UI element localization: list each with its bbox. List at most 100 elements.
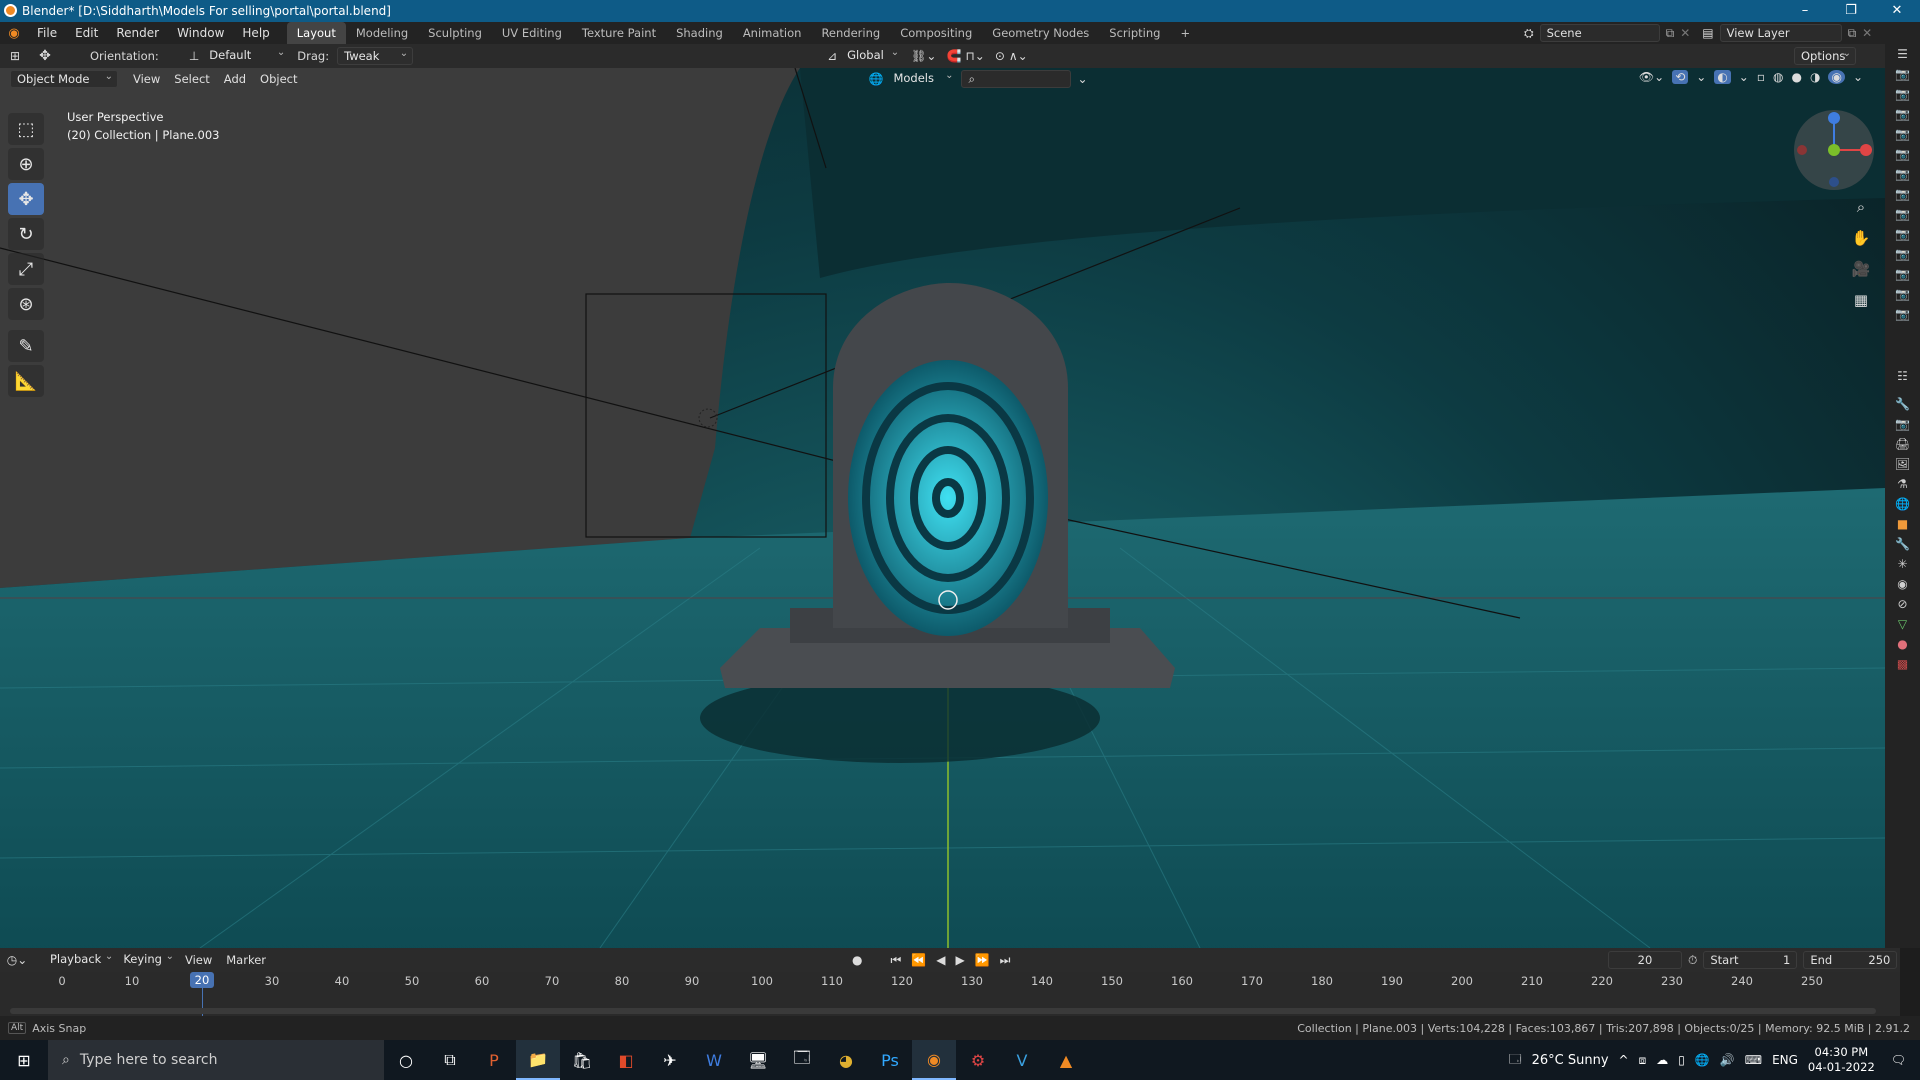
camera-view-icon[interactable]: 🎥 bbox=[1847, 255, 1875, 283]
new-scene-icon[interactable]: ⧉ bbox=[1666, 26, 1675, 41]
navigation-gizmo[interactable] bbox=[1794, 110, 1874, 190]
tray-chevron-icon[interactable]: ^ bbox=[1619, 1053, 1629, 1067]
annotate-tool[interactable]: ✎ bbox=[8, 330, 44, 362]
camera-visibility-icon[interactable]: 📷 bbox=[1885, 104, 1920, 124]
scene-field[interactable]: Scene bbox=[1539, 24, 1660, 42]
view-layer-field[interactable]: View Layer bbox=[1719, 24, 1842, 42]
select-box-tool[interactable]: ⬚ bbox=[8, 113, 44, 145]
timeline-editor-icon[interactable]: ◷⌄ bbox=[0, 953, 34, 967]
rotate-tool[interactable]: ↻ bbox=[8, 218, 44, 250]
battery-icon[interactable]: ▯ bbox=[1678, 1053, 1685, 1067]
pivot-point-icon[interactable]: ⛓⌄ bbox=[911, 49, 936, 63]
frame-ruler[interactable]: 0 10 30 40 50 60 70 80 90 100 110 120 130 140 150 160 17… bbox=[0, 972, 1900, 992]
tab-geometry-nodes[interactable]: Geometry Nodes bbox=[982, 22, 1099, 44]
app-icon-4[interactable]: ⚙ bbox=[956, 1040, 1000, 1080]
ortho-grid-icon[interactable]: ▦ bbox=[1847, 286, 1875, 314]
tab-layout[interactable]: Layout bbox=[286, 22, 346, 44]
overlay-dropdown-icon[interactable]: ⌄ bbox=[1739, 70, 1749, 84]
neg-z-axis-icon[interactable] bbox=[1829, 177, 1839, 187]
data-properties-icon[interactable]: ▽ bbox=[1885, 614, 1920, 634]
shading-dropdown-icon[interactable]: ⌄ bbox=[1853, 70, 1863, 84]
office-icon[interactable]: ◧ bbox=[604, 1040, 648, 1080]
transform-tool[interactable]: ⊛ bbox=[8, 288, 44, 320]
filter-toggle-icon[interactable]: ⌄ bbox=[1077, 72, 1087, 86]
falloff-icon[interactable]: ∧⌄ bbox=[1009, 49, 1028, 63]
end-frame-field[interactable]: End 250 bbox=[1803, 951, 1898, 969]
playback-menu[interactable]: Playback bbox=[44, 949, 117, 969]
x-axis-icon[interactable] bbox=[1860, 144, 1872, 156]
menu-select[interactable]: Select bbox=[167, 72, 216, 86]
language-indicator[interactable]: ENG bbox=[1772, 1053, 1798, 1067]
camera-visibility-icon[interactable]: 📷 bbox=[1885, 144, 1920, 164]
camera-visibility-icon[interactable]: 📷 bbox=[1885, 284, 1920, 304]
camera-visibility-icon[interactable]: 📷 bbox=[1885, 124, 1920, 144]
overlay-toggle-icon[interactable]: ◐ bbox=[1714, 70, 1731, 84]
word-icon[interactable]: W bbox=[692, 1040, 736, 1080]
timeline-body[interactable]: 0 10 30 40 50 60 70 80 90 100 110 120 130 140 150 160 17… bbox=[0, 972, 1900, 1016]
weather-icon[interactable]: 🗔 bbox=[1509, 1050, 1522, 1071]
app-icon[interactable]: ✈ bbox=[648, 1040, 692, 1080]
xray-icon[interactable]: ▫ bbox=[1757, 70, 1765, 84]
timeline-scrollbar[interactable] bbox=[10, 1008, 1876, 1014]
tab-sculpting[interactable]: Sculpting bbox=[418, 22, 492, 44]
particles-properties-icon[interactable]: ✳ bbox=[1885, 554, 1920, 574]
menu-object[interactable]: Object bbox=[253, 72, 304, 86]
z-axis-icon[interactable] bbox=[1828, 112, 1840, 124]
onedrive-icon[interactable]: ☁ bbox=[1656, 1053, 1668, 1067]
solid-shading-icon[interactable]: ● bbox=[1791, 70, 1801, 84]
drag-dropdown[interactable]: Tweak bbox=[337, 46, 414, 65]
y-axis-icon[interactable] bbox=[1828, 144, 1840, 156]
app-icon-5[interactable]: V bbox=[1000, 1040, 1044, 1080]
current-frame-field[interactable]: 20 bbox=[1608, 951, 1682, 969]
modifier-properties-icon[interactable]: 🔧 bbox=[1885, 534, 1920, 554]
visibility-icon[interactable]: 👁⌄ bbox=[1639, 70, 1664, 84]
taskbar-search[interactable]: ⌕ Type here to search bbox=[48, 1040, 384, 1080]
menu-window[interactable]: Window bbox=[168, 22, 233, 44]
menu-view[interactable]: View bbox=[126, 72, 167, 86]
menu-help[interactable]: Help bbox=[233, 22, 278, 44]
measure-tool[interactable]: 📐 bbox=[8, 365, 44, 397]
vlc-icon[interactable]: ▲ bbox=[1044, 1040, 1088, 1080]
proportional-edit-icon[interactable]: ⊙ bbox=[995, 49, 1005, 63]
stopwatch-icon[interactable]: ⏱ bbox=[1688, 953, 1697, 968]
view-layer-icon[interactable]: ▤ bbox=[1702, 26, 1713, 40]
keying-menu[interactable]: Keying bbox=[117, 949, 178, 969]
camera-visibility-icon[interactable]: 📷 bbox=[1885, 264, 1920, 284]
play-icon[interactable]: ▶ bbox=[955, 953, 964, 967]
cursor-tool[interactable]: ⊕ bbox=[8, 148, 44, 180]
gizmo-toggle-icon[interactable]: ⟲ bbox=[1672, 70, 1689, 84]
close-button[interactable]: ✕ bbox=[1874, 0, 1920, 22]
app-icon-2[interactable]: 🖥 bbox=[736, 1040, 780, 1080]
object-properties-icon[interactable]: ■ bbox=[1885, 514, 1920, 534]
material-properties-icon[interactable]: ● bbox=[1885, 634, 1920, 654]
store-icon[interactable]: 🛍 bbox=[560, 1040, 604, 1080]
marker-menu[interactable]: Marker bbox=[219, 953, 273, 967]
playhead[interactable]: 20 bbox=[190, 972, 214, 988]
tab-uv-editing[interactable]: UV Editing bbox=[492, 22, 572, 44]
camera-visibility-icon[interactable]: 📷 bbox=[1885, 204, 1920, 224]
3d-viewport[interactable] bbox=[0, 68, 1885, 948]
play-reverse-icon[interactable]: ◀ bbox=[936, 953, 945, 967]
record-icon[interactable]: ● bbox=[852, 953, 862, 967]
snap-icon[interactable]: 🧲 bbox=[946, 49, 961, 63]
scene-icon[interactable]: ⛭ bbox=[1524, 26, 1534, 41]
menu-render[interactable]: Render bbox=[107, 22, 168, 44]
tray-app-icon[interactable]: ⧈ bbox=[1639, 1053, 1647, 1068]
move-tool-icon[interactable]: ✥ bbox=[30, 48, 60, 64]
start-button[interactable]: ⊞ bbox=[0, 1040, 48, 1080]
tab-texture-paint[interactable]: Texture Paint bbox=[572, 22, 666, 44]
jump-start-icon[interactable]: ⏮ bbox=[890, 953, 901, 968]
blender-taskbar-icon[interactable]: ◉ bbox=[912, 1040, 956, 1080]
camera-visibility-icon[interactable]: 📷 bbox=[1885, 304, 1920, 324]
camera-visibility-icon[interactable]: 📷 bbox=[1885, 244, 1920, 264]
camera-visibility-icon[interactable]: 📷 bbox=[1885, 224, 1920, 244]
view-layer-properties-icon[interactable]: 🖼 bbox=[1885, 454, 1920, 474]
jump-end-icon[interactable]: ⏭ bbox=[1000, 953, 1011, 968]
start-frame-field[interactable]: Start 1 bbox=[1703, 951, 1798, 969]
texture-properties-icon[interactable]: ▩ bbox=[1885, 654, 1920, 674]
delete-scene-icon[interactable]: ✕ bbox=[1680, 26, 1690, 40]
tab-shading[interactable]: Shading bbox=[666, 22, 733, 44]
network-icon[interactable]: 🌐 bbox=[1695, 1053, 1710, 1067]
transform-orientation-dropdown[interactable]: Global bbox=[841, 45, 903, 65]
clock[interactable]: 04:30 PM 04-01-2022 bbox=[1808, 1045, 1875, 1075]
